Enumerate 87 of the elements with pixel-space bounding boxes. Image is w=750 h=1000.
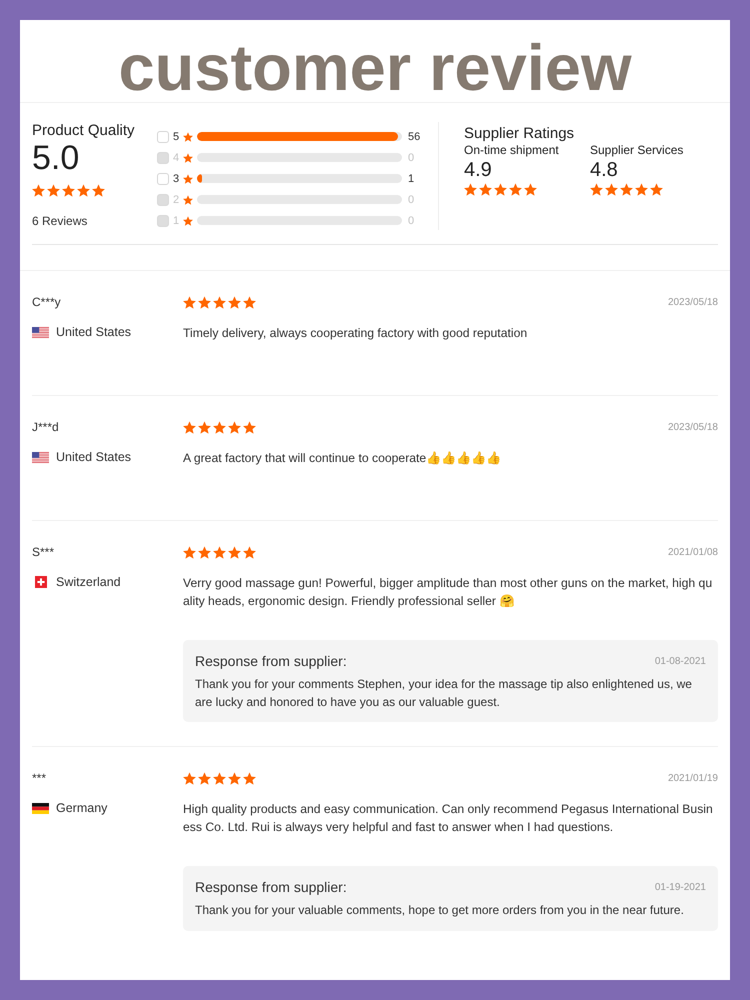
star-icon [228, 420, 241, 434]
star-icon [198, 296, 211, 308]
reviewer-name: S*** [32, 545, 56, 559]
star-icon [213, 420, 226, 434]
star-icon [183, 546, 196, 558]
star-level-label: 3 [172, 172, 180, 184]
star-icon [183, 152, 193, 162]
response-date: 01-08-2021 [654, 656, 706, 666]
response-text: Thank you for your valuable comments, hope to get more orders from you in the near future. [195, 902, 685, 919]
star-icon [243, 772, 256, 784]
star-icon [650, 183, 663, 196]
review-date: 2021/01/08 [668, 546, 718, 558]
review-date: 2021/01/19 [668, 772, 718, 784]
star-icon [228, 296, 241, 308]
flag-icon [32, 452, 49, 462]
reviewer-name: C***y [32, 295, 62, 309]
star-icon [243, 420, 256, 434]
star-icon [590, 183, 603, 196]
star-icon [47, 184, 60, 197]
star-icon [183, 174, 193, 184]
star-icon [228, 772, 241, 784]
star-level-label: 2 [172, 194, 180, 206]
star-icon [198, 772, 211, 784]
star-icon [183, 194, 193, 204]
star-icon [213, 772, 226, 784]
star-icon [243, 296, 256, 308]
review-date: 2023/05/18 [668, 296, 718, 308]
metric-score: 4.9 [464, 158, 493, 182]
star-icon [635, 183, 648, 196]
star-icon [620, 183, 633, 196]
star-level-label: 5 [172, 130, 180, 142]
response-title: Response from supplier: [195, 652, 347, 670]
star-icon [183, 216, 193, 226]
rating-count: 56 [408, 130, 420, 142]
flag-icon [32, 802, 49, 814]
star-icon [228, 546, 241, 558]
response-date: 01-19-2021 [654, 882, 706, 892]
rating-count: 0 [408, 194, 414, 206]
supplier-ratings-title: Supplier Ratings [464, 125, 576, 143]
country-name: Germany [56, 801, 108, 815]
star-icon [524, 183, 537, 196]
star-icon [183, 772, 196, 784]
star-icon [183, 296, 196, 308]
metric-score: 4.8 [590, 158, 619, 182]
star-icon [509, 183, 522, 196]
star-icon [32, 184, 45, 197]
star-level-label: 4 [172, 152, 180, 164]
rating-filter-checkbox[interactable] [157, 172, 169, 184]
star-icon [494, 183, 507, 196]
star-icon [198, 546, 211, 558]
flag-icon [35, 576, 47, 588]
reviewer-name: *** [32, 771, 48, 785]
star-icon [213, 546, 226, 558]
rating-count: 1 [408, 172, 414, 184]
rating-count: 0 [408, 214, 414, 226]
review-text: A great factory that will continue to cooperate👍👍👍👍👍 [183, 450, 502, 467]
response-text: Thank you for your comments Stephen, your idea for the massage tip also enlightened us, we are lucky and honored to have you as our valuable guest. [195, 676, 693, 710]
country-name: United States [56, 325, 132, 339]
country-name: United States [56, 450, 132, 464]
page-title: customer review [117, 30, 633, 102]
star-icon [183, 420, 196, 434]
product-quality-label: Product Quality [32, 122, 136, 140]
review-text: Verry good massage gun! Powerful, bigger amplitude than most other guns on the market, high quality heads, ergonomic design. Friendly professional seller 🤗 [183, 575, 714, 610]
metric-label: Supplier Services [590, 143, 684, 157]
rating-filter-checkbox[interactable] [157, 130, 169, 142]
star-level-label: 1 [172, 214, 180, 226]
product-quality-score: 5.0 [32, 140, 80, 176]
review-text: High quality products and easy communication. Can only recommend Pegasus International Business Co. Ltd. Rui is always very helpful and fast to answer when I had questions. [183, 801, 714, 836]
star-icon [92, 184, 105, 197]
star-icon [605, 183, 618, 196]
star-icon [183, 132, 193, 142]
metric-label: On-time shipment [464, 143, 560, 157]
star-icon [479, 183, 492, 196]
flag-icon [32, 326, 49, 338]
review-text: Timely delivery, always cooperating factory with good reputation [183, 325, 528, 342]
country-name: Switzerland [56, 575, 121, 589]
star-icon [77, 184, 90, 197]
star-icon [464, 183, 477, 196]
review-date: 2023/05/18 [668, 422, 718, 432]
reviewer-name: J***d [32, 420, 60, 434]
reviews-count: 6 Reviews [32, 214, 88, 228]
star-icon [243, 546, 256, 558]
star-icon [198, 420, 211, 434]
response-title: Response from supplier: [195, 878, 347, 896]
rating-count: 0 [408, 152, 414, 164]
star-icon [62, 184, 75, 197]
star-icon [213, 296, 226, 308]
